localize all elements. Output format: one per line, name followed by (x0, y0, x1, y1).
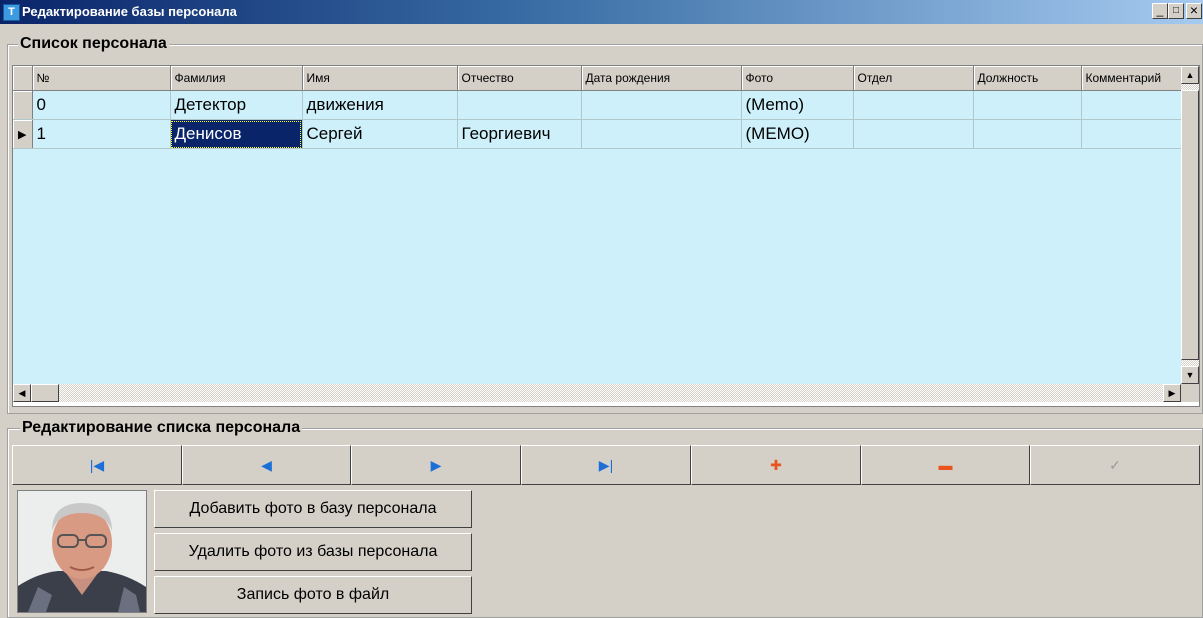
vertical-scrollbar[interactable]: ▲ ▼ (1181, 66, 1199, 384)
staff-table: № Фамилия Имя Отчество Дата рождения Фот… (13, 66, 1191, 149)
cell-name[interactable]: Сергей (302, 119, 458, 149)
cell-position[interactable] (973, 119, 1082, 149)
scroll-left-icon[interactable]: ◀ (13, 384, 31, 402)
last-icon: ▶| (598, 457, 614, 473)
cell-surname-selected[interactable]: Денисов (170, 119, 303, 149)
current-row-indicator-icon[interactable]: ▶ (13, 119, 33, 149)
vertical-scroll-thumb[interactable] (1181, 90, 1199, 360)
next-icon: ▶ (430, 457, 442, 473)
staff-photo (17, 490, 147, 613)
plus-icon: ✚ (770, 457, 782, 473)
cell-birthdate[interactable] (581, 119, 742, 149)
add-photo-button[interactable]: Добавить фото в базу персонала (154, 490, 472, 528)
delete-record-button[interactable]: ▬ (861, 445, 1030, 485)
column-header-photo[interactable]: Фото (741, 66, 854, 91)
cell-name[interactable]: движения (302, 90, 458, 120)
cell-surname[interactable]: Детектор (170, 90, 303, 120)
scrollbar-corner (1181, 384, 1199, 402)
close-button[interactable]: × (1186, 3, 1202, 19)
column-header-comment[interactable]: Комментарий (1081, 66, 1182, 91)
cell-birthdate[interactable] (581, 90, 742, 120)
window-title: Редактирование базы персонала (22, 4, 237, 19)
cell-num[interactable]: 0 (32, 90, 171, 120)
scroll-right-icon[interactable]: ▶ (1163, 384, 1181, 402)
grid-header-row: № Фамилия Имя Отчество Дата рождения Фот… (13, 66, 1191, 91)
cell-patronymic[interactable]: Георгиевич (457, 119, 582, 149)
last-record-button[interactable]: ▶| (521, 445, 691, 485)
save-photo-to-file-button[interactable]: Запись фото в файл (154, 576, 472, 614)
indicator-header (13, 66, 33, 91)
column-header-surname[interactable]: Фамилия (170, 66, 303, 91)
column-header-position[interactable]: Должность (973, 66, 1082, 91)
post-record-button[interactable]: ✓ (1030, 445, 1200, 485)
minus-icon: ▬ (938, 457, 953, 473)
scroll-down-icon[interactable]: ▼ (1181, 366, 1199, 384)
cell-num[interactable]: 1 (32, 119, 171, 149)
check-icon: ✓ (1109, 457, 1121, 473)
record-navigator: |◀ ◀ ▶ ▶| ✚ ▬ ✓ (12, 445, 1200, 485)
column-header-birthdate[interactable]: Дата рождения (581, 66, 742, 91)
staff-list-title: Список персонала (18, 35, 169, 53)
column-header-department[interactable]: Отдел (853, 66, 974, 91)
cell-comment[interactable] (1081, 119, 1182, 149)
cell-patronymic[interactable] (457, 90, 582, 120)
table-row[interactable]: 0 Детектор движения (Memo) (13, 90, 1191, 120)
row-indicator[interactable] (13, 90, 33, 120)
cell-photo[interactable]: (Memo) (741, 90, 854, 120)
title-bar[interactable]: T Редактирование базы персонала _ □ × (0, 0, 1203, 24)
app-icon: T (3, 4, 20, 21)
horizontal-scroll-thumb[interactable] (31, 384, 59, 402)
minimize-button[interactable]: _ (1152, 3, 1168, 19)
insert-record-button[interactable]: ✚ (691, 445, 861, 485)
horizontal-scrollbar[interactable]: ◀ ▶ (13, 384, 1181, 402)
edit-list-title: Редактирование списка персонала (20, 419, 303, 437)
column-header-num[interactable]: № (32, 66, 171, 91)
cell-department[interactable] (853, 119, 974, 149)
cell-department[interactable] (853, 90, 974, 120)
first-record-button[interactable]: |◀ (12, 445, 182, 485)
scroll-up-icon[interactable]: ▲ (1181, 66, 1199, 84)
cell-position[interactable] (973, 90, 1082, 120)
delete-photo-button[interactable]: Удалить фото из базы персонала (154, 533, 472, 571)
column-header-name[interactable]: Имя (302, 66, 458, 91)
next-record-button[interactable]: ▶ (351, 445, 521, 485)
prior-record-button[interactable]: ◀ (182, 445, 351, 485)
table-row[interactable]: ▶ 1 Денисов Сергей Георгиевич (MEMO) (13, 119, 1191, 149)
cell-photo[interactable]: (MEMO) (741, 119, 854, 149)
first-icon: |◀ (89, 457, 105, 473)
cell-comment[interactable] (1081, 90, 1182, 120)
column-header-patronymic[interactable]: Отчество (457, 66, 582, 91)
maximize-button[interactable]: □ (1168, 3, 1184, 19)
staff-grid[interactable]: № Фамилия Имя Отчество Дата рождения Фот… (12, 65, 1200, 407)
prior-icon: ◀ (261, 457, 272, 473)
